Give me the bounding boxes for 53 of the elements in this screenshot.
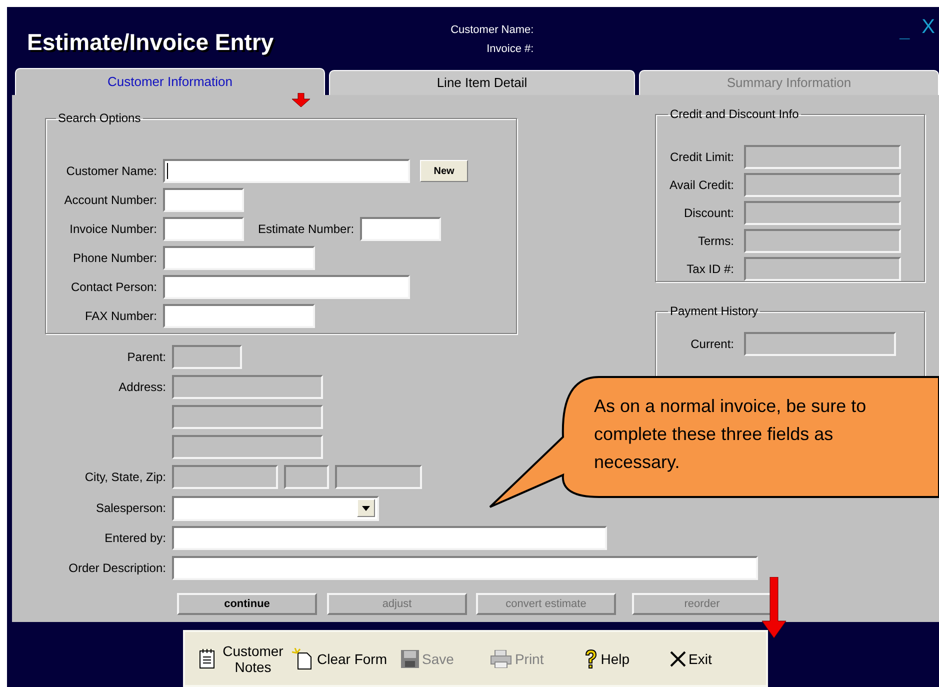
field-label: Salesperson: bbox=[94, 500, 166, 517]
group-title: Credit and Discount Info bbox=[669, 106, 800, 123]
down-arrow bbox=[761, 577, 787, 639]
input-field[interactable] bbox=[172, 556, 758, 580]
field-label: Account Number: bbox=[63, 192, 157, 209]
new-button[interactable]: New bbox=[420, 160, 468, 182]
field-label: Parent: bbox=[126, 349, 166, 366]
field-label: Avail Credit: bbox=[668, 177, 734, 194]
question-mark-icon bbox=[584, 648, 598, 668]
field-label: Terms: bbox=[697, 233, 734, 250]
tab[interactable]: Customer Information bbox=[15, 68, 325, 95]
input-field[interactable] bbox=[163, 188, 244, 212]
input-field[interactable] bbox=[163, 246, 315, 270]
field-label: City, State, Zip: bbox=[84, 469, 166, 486]
field-label: Entered by: bbox=[104, 530, 166, 547]
printer-icon bbox=[490, 650, 512, 668]
group-title: Search Options bbox=[57, 110, 142, 127]
field-label: Estimate Number: bbox=[258, 221, 354, 238]
new-document-icon bbox=[292, 648, 314, 670]
callout-text: As on a normal invoice, be sure to complete these three fields as necessary. bbox=[594, 395, 868, 474]
field-label: Phone Number: bbox=[72, 250, 157, 267]
toolbar-button[interactable]: Clear Form bbox=[292, 648, 388, 670]
close-button[interactable]: X bbox=[922, 15, 935, 39]
input-field[interactable] bbox=[172, 526, 607, 550]
field-label: Credit Limit: bbox=[668, 149, 734, 166]
header-label: Invoice #: bbox=[486, 42, 534, 56]
toolbar-button[interactable]: Help bbox=[584, 648, 630, 668]
header-label: Customer Name: bbox=[450, 23, 534, 38]
group-title: Payment History bbox=[669, 303, 760, 320]
field-label: Invoice Number: bbox=[68, 221, 157, 238]
toolbar-button[interactable]: Exit bbox=[670, 650, 712, 666]
minimize-button[interactable]: _ bbox=[900, 19, 910, 43]
input-field[interactable] bbox=[163, 304, 315, 328]
toolbar-button[interactable]: Customer Notes bbox=[199, 642, 284, 674]
field-label: FAX Number: bbox=[84, 308, 157, 325]
window-title: Estimate/Invoice Entry bbox=[27, 28, 274, 57]
field-label: Customer Name: bbox=[65, 163, 157, 180]
field-label: Discount: bbox=[682, 205, 734, 222]
field-label: Contact Person: bbox=[70, 279, 157, 296]
input-field[interactable] bbox=[163, 217, 244, 241]
input-field[interactable] bbox=[360, 217, 442, 241]
dropdown-field[interactable] bbox=[172, 496, 379, 520]
close-icon bbox=[670, 650, 686, 666]
action-button[interactable]: continue bbox=[177, 593, 317, 615]
field-label: Address: bbox=[118, 379, 166, 396]
field-label: Tax ID #: bbox=[686, 261, 734, 278]
field-label: Current: bbox=[690, 336, 734, 353]
down-arrow bbox=[291, 93, 311, 107]
field-label: Order Description: bbox=[68, 560, 166, 577]
input-field[interactable] bbox=[163, 159, 410, 183]
notepad-icon bbox=[199, 648, 215, 668]
input-field[interactable] bbox=[163, 275, 410, 299]
tab[interactable]: Line Item Detail bbox=[329, 70, 635, 95]
